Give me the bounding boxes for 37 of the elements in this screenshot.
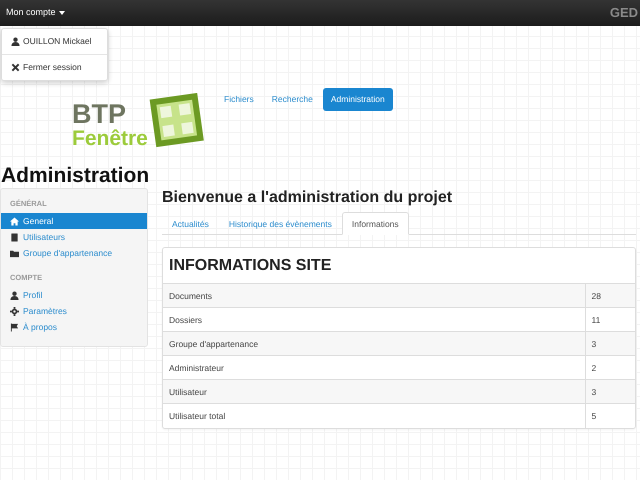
sidebar-item[interactable]: Profil — [1, 288, 147, 304]
sidebar-item[interactable]: Groupe d'appartenance — [1, 245, 147, 262]
tab[interactable]: Historique des évènements — [218, 212, 342, 234]
table-cell: 28 — [585, 284, 635, 308]
nav-pill[interactable]: Recherche — [264, 88, 321, 111]
settings-icon — [10, 307, 19, 316]
nav-pill[interactable]: Administration — [322, 88, 393, 111]
table-cell: Utilisateur total — [163, 404, 585, 428]
logo: BTP Fenêtre — [72, 93, 206, 151]
menu-item[interactable]: Fermer session — [2, 56, 107, 78]
book-icon — [10, 232, 19, 242]
sidebar-item[interactable]: General — [1, 213, 147, 230]
caret-icon — [58, 11, 65, 15]
app-brand: GED — [610, 4, 639, 22]
user-icon — [11, 36, 20, 46]
flag-icon — [10, 323, 19, 332]
sidebar-item[interactable]: Utilisateurs — [1, 229, 147, 246]
user-icon — [10, 291, 19, 300]
table-cell: 3 — [585, 380, 635, 404]
home-icon — [10, 216, 19, 226]
sidebar-item[interactable]: À propos — [1, 320, 147, 336]
close-icon — [11, 62, 20, 72]
table-cell: 5 — [585, 404, 635, 428]
panel-title: INFORMATIONS SITE — [168, 256, 332, 276]
welcome-heading: Bienvenue a l'administration du projet — [162, 188, 454, 208]
folder-icon — [10, 248, 19, 258]
page-title: Administration — [0, 165, 150, 186]
table-cell: Utilisateur — [163, 380, 585, 404]
table-cell: 3 — [585, 332, 635, 356]
table-cell: Documents — [163, 284, 585, 308]
tab[interactable]: Actualités — [162, 212, 219, 234]
nav-pill[interactable]: Fichiers — [216, 88, 262, 111]
account-menu[interactable]: Mon compte — [6, 6, 65, 20]
table-cell: Groupe d'appartenance — [163, 332, 585, 356]
menu-item[interactable]: OUILLON Mickael — [2, 31, 107, 52]
tab[interactable]: Informations — [342, 212, 409, 236]
sidebar-item[interactable]: Paramètres — [1, 304, 147, 320]
